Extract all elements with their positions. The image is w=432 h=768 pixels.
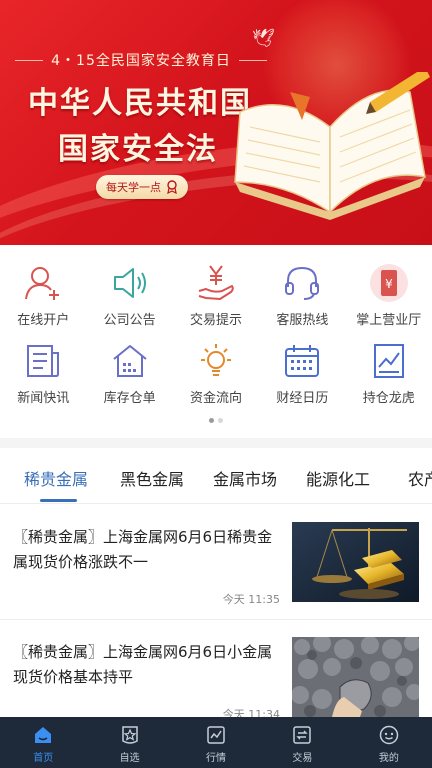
menu-label: 资金流向: [189, 391, 242, 406]
nav-profile[interactable]: 我的: [346, 717, 432, 768]
menu-fund-flow[interactable]: 资金流向: [173, 328, 259, 406]
menu-label: 新闻快讯: [17, 391, 70, 406]
nav-watchlist[interactable]: 自选: [86, 717, 172, 768]
chart-doc-icon: [373, 343, 404, 378]
bottom-nav: 首页 自选 行情 交易 我的: [0, 717, 432, 768]
menu-label: 公司公告: [103, 313, 156, 328]
yen-hand-icon: [198, 264, 234, 300]
nav-label: 自选: [119, 753, 140, 764]
open-book-icon: [234, 72, 430, 220]
chip-label: 每天学一点: [106, 181, 161, 194]
news-item[interactable]: 〖稀贵金属〗上海金属网6月6日稀贵金属现货价格涨跌不一 今天 11:35: [0, 505, 432, 620]
chart-line-icon: [207, 726, 225, 744]
tab-energy-chemical[interactable]: 能源化工: [306, 466, 370, 490]
menu-label: 客服热线: [276, 313, 329, 328]
menu-announcements[interactable]: 公司公告: [86, 250, 172, 328]
menu-service-hotline[interactable]: 客服热线: [259, 250, 345, 328]
tab-metal-market[interactable]: 金属市场: [213, 466, 277, 490]
menu-mobile-hall[interactable]: ¥ 掌上营业厅: [346, 250, 432, 328]
newspaper-icon: [27, 344, 60, 377]
menu-label: 掌上营业厅: [356, 313, 422, 328]
active-tab-underline: [40, 499, 77, 502]
speaker-icon: [113, 267, 146, 298]
menu-label: 交易提示: [189, 313, 242, 328]
menu-warehouse[interactable]: 库存仓单: [86, 328, 172, 406]
learn-daily-button[interactable]: 每天学一点: [96, 175, 188, 199]
news-title: 〖稀贵金属〗上海金属网6月6日稀贵金属现货价格涨跌不一: [13, 528, 273, 571]
medal-icon: [167, 180, 177, 194]
menu-trade-tips[interactable]: 交易提示: [173, 250, 259, 328]
calendar-icon: [285, 344, 320, 377]
menu-label: 财经日历: [276, 391, 329, 406]
menu-news-flash[interactable]: 新闻快讯: [0, 328, 86, 406]
warehouse-icon: [112, 344, 147, 377]
exchange-icon: [293, 726, 312, 744]
nav-label: 行情: [206, 753, 227, 764]
menu-label: 持仓龙虎: [362, 391, 415, 406]
smile-icon: [379, 725, 399, 745]
gold-bars-image: [292, 522, 419, 602]
banner-subtitle-row: 4・15全民国家安全教育日: [15, 50, 268, 70]
menu-open-account[interactable]: 在线开户: [0, 250, 86, 328]
banner-title-line1: 中华人民共和国: [28, 86, 252, 121]
nav-market[interactable]: 行情: [173, 717, 259, 768]
menu-label: 在线开户: [17, 313, 70, 328]
category-tabs: 稀贵金属 黑色金属 金属市场 能源化工 农产: [0, 448, 432, 504]
home-icon: [35, 727, 52, 743]
nav-label: 交易: [292, 753, 313, 764]
menu-label: 库存仓单: [103, 391, 156, 406]
news-title: 〖稀贵金属〗上海金属网6月6日小金属现货价格基本持平: [13, 643, 273, 686]
nav-label: 我的: [378, 753, 399, 764]
phone-yen-icon: ¥: [369, 263, 408, 302]
banner-subtitle: 4・15全民国家安全教育日: [51, 53, 231, 69]
metal-ore-image: [292, 637, 419, 717]
lightbulb-icon: [200, 343, 231, 376]
page-indicator: [0, 418, 432, 423]
headset-icon: [285, 266, 320, 300]
news-time: 今天 11:35: [222, 593, 280, 606]
quick-menu: 在线开户 公司公告 交易提示 客服热线 ¥ 掌上营业厅 新闻快讯 库存仓单 资金…: [0, 250, 432, 406]
tab-agriculture[interactable]: 农产: [408, 466, 432, 490]
nav-trade[interactable]: 交易: [259, 717, 345, 768]
nav-label: 首页: [33, 753, 54, 764]
user-add-icon: [25, 266, 60, 300]
section-divider: [0, 438, 432, 448]
dove-icon: 🕊: [252, 28, 275, 49]
menu-position-ranking[interactable]: 持仓龙虎: [346, 328, 432, 406]
promo-banner[interactable]: 🕊 4・15全民国家安全教育日 中华人民共和国 国家安全法 每天学一点: [0, 0, 432, 245]
tab-ferrous-metals[interactable]: 黑色金属: [120, 466, 184, 490]
menu-finance-calendar[interactable]: 财经日历: [259, 328, 345, 406]
banner-title-line2: 国家安全法: [58, 132, 218, 167]
star-icon: [121, 726, 138, 744]
nav-home[interactable]: 首页: [0, 717, 86, 768]
svg-text:¥: ¥: [385, 277, 393, 291]
tab-precious-metals[interactable]: 稀贵金属: [24, 466, 88, 490]
